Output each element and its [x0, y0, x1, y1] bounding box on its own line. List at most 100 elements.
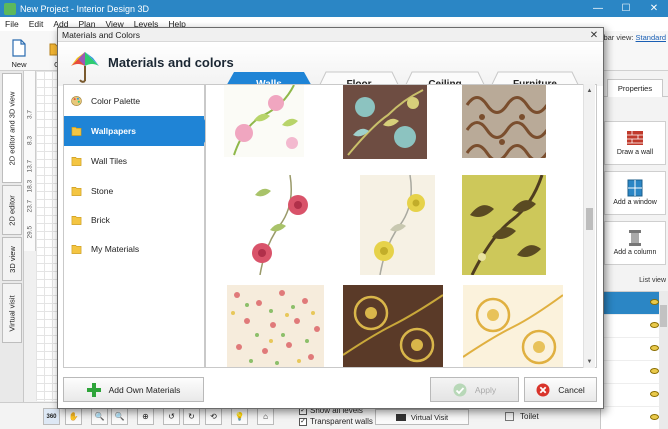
wallpaper-swatch[interactable] — [227, 285, 324, 367]
wallpaper-swatch[interactable] — [240, 175, 315, 275]
eye-icon[interactable] — [650, 322, 659, 328]
folder-icon — [71, 187, 82, 196]
right-panel-header: Properties — [601, 79, 668, 97]
wallpaper-swatch[interactable] — [462, 85, 546, 158]
transparent-walls-checkbox[interactable]: ✓ Transparent walls — [299, 417, 373, 426]
list-item[interactable] — [601, 407, 667, 429]
category-list: Color Palette Wallpapers Wall Tiles Ston… — [63, 84, 212, 368]
wallpaper-swatch[interactable] — [360, 175, 435, 275]
wallpaper-swatch[interactable] — [343, 285, 443, 367]
objects-list — [601, 291, 668, 429]
menu-file[interactable]: File — [0, 19, 24, 29]
list-item[interactable] — [601, 338, 667, 361]
zoom-in-icon[interactable]: 🔍 — [111, 408, 128, 425]
eye-icon[interactable] — [650, 345, 659, 351]
pan-hand-icon[interactable]: ✋ — [65, 408, 82, 425]
list-item[interactable]: Toilet — [483, 412, 600, 421]
dialog-header: Materials and colors Walls Floor Ceiling… — [58, 42, 603, 97]
camera-icon — [395, 413, 406, 421]
toolbar-view-selector[interactable]: bar view: Standard — [603, 33, 666, 42]
folder-icon — [71, 127, 82, 136]
tab-3d-view[interactable]: 3D view — [2, 237, 22, 281]
category-brick[interactable]: Brick — [64, 205, 204, 235]
light-bulb-icon[interactable]: 💡 — [231, 408, 248, 425]
eye-icon[interactable] — [650, 299, 659, 305]
eye-icon[interactable] — [650, 391, 659, 397]
maximize-icon[interactable]: ☐ — [612, 0, 640, 17]
checkbox-checked-icon[interactable]: ✓ — [299, 417, 307, 426]
tab-properties[interactable]: Properties — [607, 79, 663, 97]
apply-label: Apply — [474, 384, 497, 395]
add-column-button[interactable]: Add a column — [604, 221, 666, 265]
plus-icon — [86, 382, 101, 397]
close-icon[interactable]: ✕ — [640, 0, 668, 17]
wallpaper-swatch[interactable] — [343, 85, 427, 159]
tab-2d-editor[interactable]: 2D editor — [2, 185, 22, 235]
scroll-up-icon[interactable]: ▲ — [584, 85, 595, 96]
draw-wall-label: Draw a wall — [616, 149, 654, 156]
scroll-thumb[interactable] — [660, 305, 667, 327]
category-my-materials[interactable]: My Materials — [64, 234, 204, 264]
add-own-materials-label: Add Own Materials — [108, 384, 181, 395]
eye-icon[interactable] — [650, 368, 659, 374]
view-360-button[interactable]: 360 — [43, 408, 60, 425]
ruler-mark: 8.3 — [26, 135, 34, 146]
toolbar-view-value[interactable]: Standard — [636, 33, 666, 42]
eye-icon[interactable] — [650, 414, 659, 420]
minimize-icon[interactable]: — — [584, 0, 612, 17]
close-icon[interactable]: ✕ — [587, 29, 601, 41]
scroll-thumb[interactable] — [586, 208, 593, 230]
item-checkbox[interactable] — [505, 412, 514, 421]
zoom-fit-icon[interactable]: ⊕ — [137, 408, 154, 425]
app-title: New Project - Interior Design 3D — [20, 3, 150, 14]
category-wallpapers[interactable]: Wallpapers — [64, 116, 212, 146]
color-palette-icon — [71, 96, 82, 106]
tab-2d-3d[interactable]: 2D editor and 3D view — [2, 73, 22, 183]
list-item[interactable] — [601, 361, 667, 384]
rotate-right-icon[interactable]: ↻ — [183, 408, 200, 425]
window-icon — [627, 179, 643, 197]
add-own-materials-button[interactable]: Add Own Materials — [63, 377, 204, 402]
virtual-visit-label: Virtual Visit — [410, 412, 449, 422]
wallpaper-grid-scrollbar[interactable]: ▲ ▼ — [583, 84, 595, 368]
new-file-icon — [12, 39, 26, 57]
toolbar-view-label: bar view: — [603, 33, 634, 42]
wallpaper-swatch[interactable] — [463, 285, 563, 367]
ruler-mark: 29.5 — [26, 225, 34, 239]
draw-wall-button[interactable]: Draw a wall — [604, 121, 666, 165]
folder-icon — [71, 157, 82, 166]
rotate-left-icon[interactable]: ↺ — [163, 408, 180, 425]
wallpaper-swatch[interactable] — [224, 85, 304, 157]
side-tabs: 2D editor and 3D view 2D editor 3D view … — [0, 71, 24, 411]
objects-list-scrollbar[interactable] — [659, 291, 668, 429]
zoom-out-icon[interactable]: 🔍 — [91, 408, 108, 425]
category-label: Brick — [91, 215, 110, 225]
category-color-palette[interactable]: Color Palette — [64, 86, 204, 116]
list-view-toggle[interactable]: List view — [604, 277, 666, 289]
scroll-down-icon[interactable]: ▼ — [584, 356, 595, 367]
category-label: My Materials — [91, 244, 140, 254]
ruler-mark: 23.7 — [26, 199, 34, 213]
tab-virtual-visit[interactable]: Virtual visit — [2, 283, 22, 343]
cancel-button[interactable]: Cancel — [524, 377, 597, 402]
tab-2d-editor-label: 2D editor — [7, 194, 17, 226]
wallpaper-swatch[interactable] — [462, 175, 546, 275]
list-item[interactable] — [601, 315, 667, 338]
new-label: New — [11, 60, 27, 69]
virtual-visit-button[interactable]: Virtual Visit — [375, 409, 469, 425]
new-button[interactable]: New — [4, 33, 34, 69]
home-icon[interactable]: ⌂ — [257, 408, 274, 425]
orbit-icon[interactable]: ⟲ — [205, 408, 222, 425]
checkmark-icon — [453, 383, 467, 396]
tab-3d-view-label: 3D view — [7, 245, 17, 273]
apply-button[interactable]: Apply — [430, 377, 519, 402]
cancel-label: Cancel — [558, 384, 585, 395]
list-item[interactable] — [601, 292, 667, 315]
list-item[interactable] — [601, 384, 667, 407]
folder-icon — [71, 245, 82, 254]
category-stone[interactable]: Stone — [64, 176, 204, 206]
category-label: Color Palette — [91, 96, 141, 106]
category-wall-tiles[interactable]: Wall Tiles — [64, 146, 204, 176]
add-window-button[interactable]: Add a window — [604, 171, 666, 215]
menu-edit[interactable]: Edit — [24, 19, 49, 29]
